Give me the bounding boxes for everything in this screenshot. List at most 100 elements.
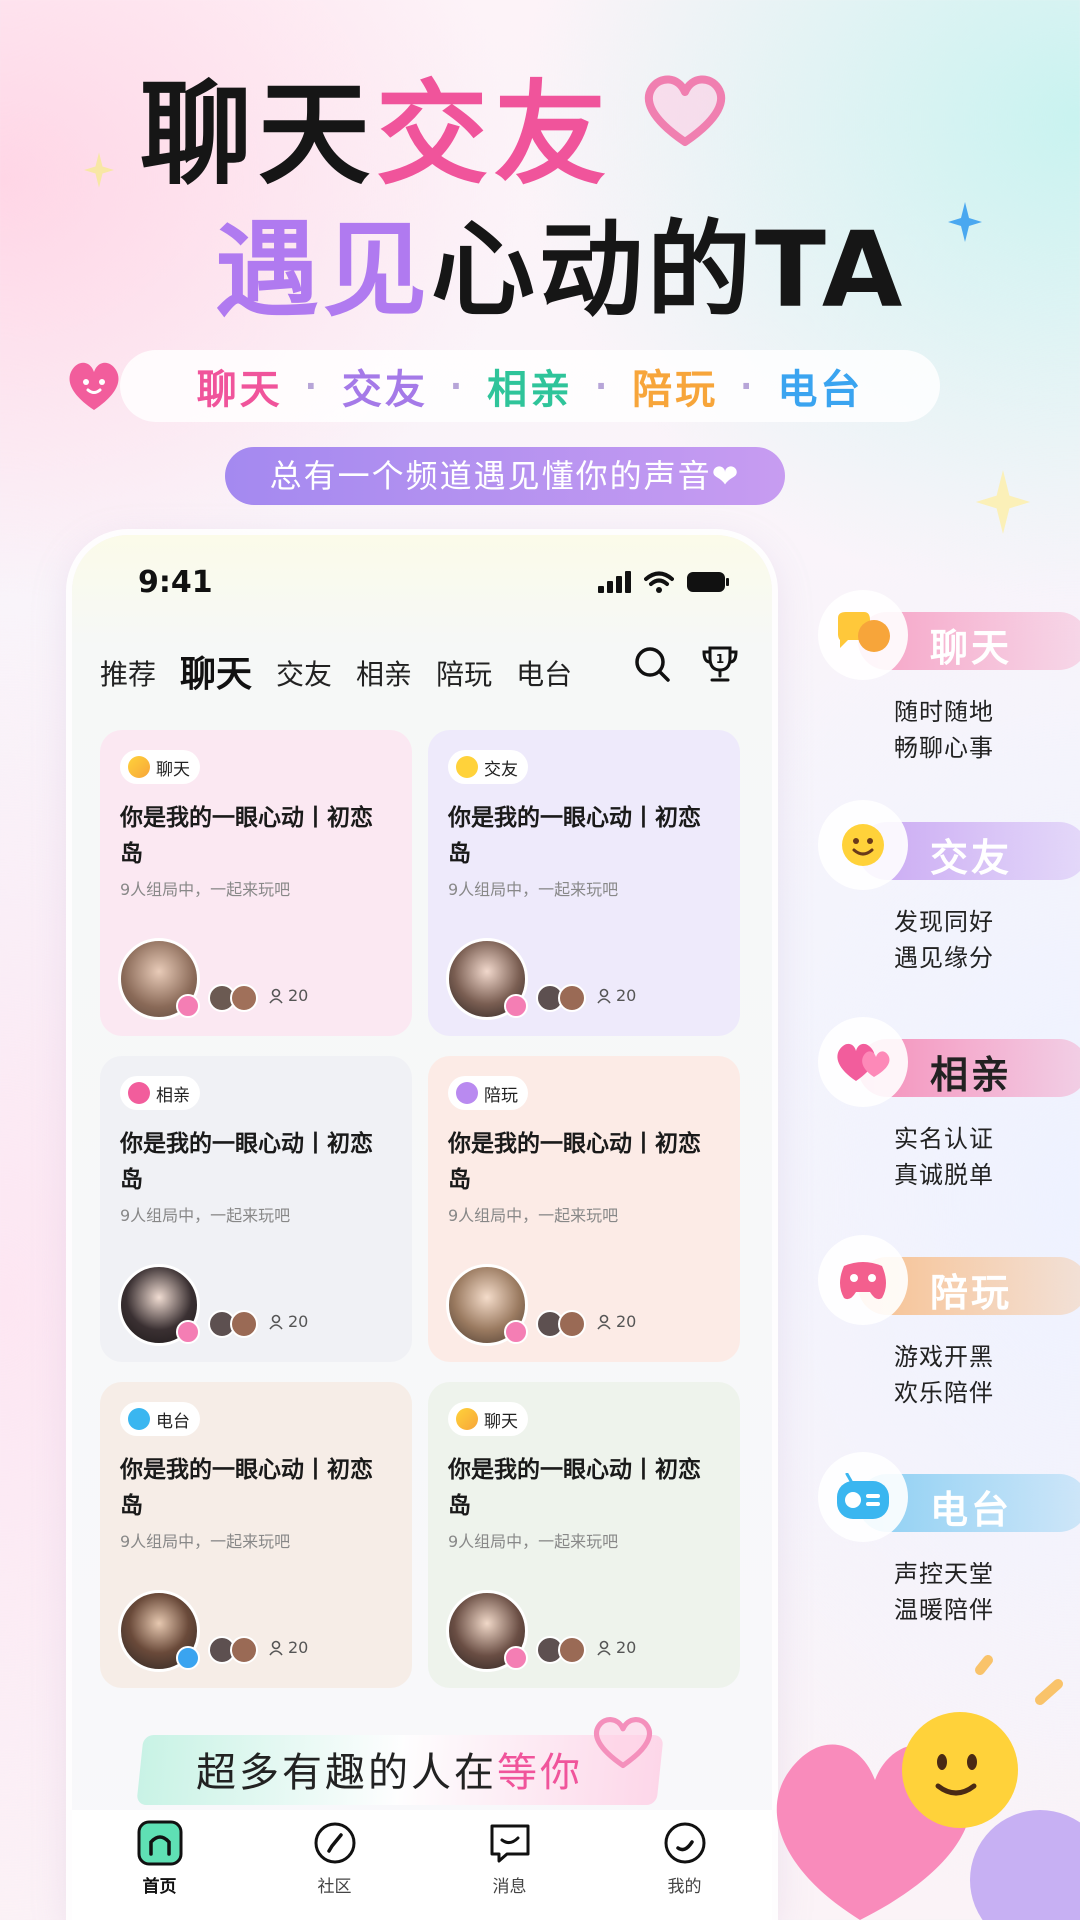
feature-title: 交友 <box>930 836 1013 880</box>
member-count-value: 20 <box>616 986 637 1005</box>
room-tag: 聊天 <box>448 1402 528 1436</box>
category-friends: 交友 <box>341 367 428 413</box>
feature-desc-line: 游戏开黑 <box>894 1343 994 1371</box>
category-separator: · <box>740 367 756 405</box>
room-tag-label: 聊天 <box>156 759 190 780</box>
room-tag: 交友 <box>448 750 528 784</box>
room-tag-label: 交友 <box>484 759 518 780</box>
avatar <box>558 1310 586 1338</box>
tagline-pill: 总有一个频道遇见懂你的声音❤ <box>225 447 785 505</box>
room-subtitle: 9人组局中，一起来玩吧 <box>448 880 619 899</box>
member-count-value: 20 <box>288 1312 309 1331</box>
tab-gaming[interactable]: 陪玩 <box>436 650 492 700</box>
female-badge-icon <box>176 994 200 1018</box>
person-icon <box>597 988 611 1004</box>
feature-desc-line: 实名认证 <box>894 1125 994 1153</box>
member-count-value: 20 <box>288 986 309 1005</box>
search-icon[interactable] <box>632 644 672 684</box>
heart-outline-icon <box>644 75 726 146</box>
feature-header: 相亲 <box>818 1017 1080 1107</box>
nav-messages[interactable]: 消息 <box>450 1820 570 1920</box>
feature-gaming[interactable]: 陪玩 游戏开黑 欢乐陪伴 <box>818 1235 1080 1445</box>
hero-word-meet: 遇见 <box>215 209 432 331</box>
member-count-value: 20 <box>616 1312 637 1331</box>
profile-icon <box>664 1822 705 1864</box>
room-title: 你是我的一眼心动丨初恋岛 <box>448 805 701 867</box>
feature-chat[interactable]: 聊天 随时随地 畅聊心事 <box>818 590 1080 800</box>
nav-community[interactable]: 社区 <box>275 1820 395 1920</box>
promo-banner-text-dark: 超多有趣的人在 <box>196 1750 497 1796</box>
member-count: 20 <box>596 1312 636 1331</box>
promo-banner-text: 超多有趣的人在等你 <box>196 1740 583 1798</box>
message-icon <box>490 1824 529 1863</box>
room-tag: 陪玩 <box>448 1076 528 1110</box>
room-tag-label: 电台 <box>156 1411 190 1432</box>
member-avatars <box>208 1310 258 1338</box>
hero-word-chat: 聊天 <box>140 70 376 200</box>
feature-friends[interactable]: 交友 发现同好 遇见缘分 <box>818 800 1080 1010</box>
tab-radio[interactable]: 电台 <box>516 650 572 700</box>
female-badge-icon <box>504 994 528 1018</box>
feature-title: 陪玩 <box>930 1271 1013 1315</box>
sparkle-icon <box>84 152 114 188</box>
room-card[interactable]: 相亲 你是我的一眼心动丨初恋岛 9人组局中，一起来玩吧 20 <box>100 1056 412 1362</box>
tab-friends[interactable]: 交友 <box>276 650 332 700</box>
phone-mockup: 9:41 推荐 聊天 交友 相亲 陪玩 电台 1 聊天 你是我的一眼心动丨初恋岛… <box>72 535 772 1920</box>
sparkle-icon <box>948 202 982 242</box>
member-avatars <box>208 1636 258 1664</box>
nav-label: 首页 <box>142 1877 177 1897</box>
tab-recommend[interactable]: 推荐 <box>100 650 156 700</box>
status-time: 9:41 <box>138 565 213 600</box>
room-card[interactable]: 聊天 你是我的一眼心动丨初恋岛 9人组局中，一起来玩吧 20 <box>100 730 412 1036</box>
status-icons <box>598 571 730 593</box>
nav-home[interactable]: 首页 <box>100 1820 220 1920</box>
room-subtitle: 9人组局中，一起来玩吧 <box>120 1532 291 1551</box>
tab-dating[interactable]: 相亲 <box>356 650 412 700</box>
nav-label: 社区 <box>317 1877 352 1897</box>
room-footer: 20 <box>446 938 726 1022</box>
feature-description: 声控天堂 温暖陪伴 <box>894 1556 994 1628</box>
room-card[interactable]: 聊天 你是我的一眼心动丨初恋岛 9人组局中，一起来玩吧 20 <box>428 1382 740 1688</box>
room-tag: 电台 <box>120 1402 200 1436</box>
chat-bubbles-icon <box>818 590 908 680</box>
room-tag-label: 聊天 <box>484 1411 518 1432</box>
room-footer: 20 <box>118 1590 398 1674</box>
room-card[interactable]: 陪玩 你是我的一眼心动丨初恋岛 9人组局中，一起来玩吧 20 <box>428 1056 740 1362</box>
nav-label: 我的 <box>667 1877 702 1897</box>
avatar <box>558 1636 586 1664</box>
hearts-icon <box>818 1017 908 1107</box>
room-card[interactable]: 交友 你是我的一眼心动丨初恋岛 9人组局中，一起来玩吧 20 <box>428 730 740 1036</box>
room-title: 你是我的一眼心动丨初恋岛 <box>120 805 373 867</box>
nav-profile[interactable]: 我的 <box>625 1820 745 1920</box>
room-title: 你是我的一眼心动丨初恋岛 <box>120 1457 373 1519</box>
feature-dating[interactable]: 相亲 实名认证 真诚脱单 <box>818 1017 1080 1227</box>
member-avatars <box>536 1636 586 1664</box>
feature-radio[interactable]: 电台 声控天堂 温暖陪伴 <box>818 1452 1080 1662</box>
room-tag: 聊天 <box>120 750 200 784</box>
member-count-value: 20 <box>616 1638 637 1657</box>
radio-icon <box>818 1452 908 1542</box>
category-gaming: 陪玩 <box>632 367 719 413</box>
hero-word-friends: 交友 <box>376 70 612 200</box>
room-title: 你是我的一眼心动丨初恋岛 <box>120 1131 373 1193</box>
room-title: 你是我的一眼心动丨初恋岛 <box>448 1131 701 1193</box>
channel-tabs: 推荐 聊天 交友 相亲 陪玩 电台 1 <box>100 640 750 700</box>
female-badge-icon <box>504 1646 528 1670</box>
category-separator: · <box>304 367 320 405</box>
room-card[interactable]: 电台 你是我的一眼心动丨初恋岛 9人组局中，一起来玩吧 20 <box>100 1382 412 1688</box>
wifi-icon <box>644 571 674 593</box>
member-avatars <box>208 984 258 1012</box>
smiley-icon <box>456 756 478 778</box>
trophy-icon[interactable]: 1 <box>700 644 740 684</box>
category-strip: 聊天 · 交友 · 相亲 · 陪玩 · 电台 <box>120 350 940 422</box>
radio-icon <box>128 1408 150 1430</box>
compass-icon <box>314 1822 355 1864</box>
member-avatars <box>536 1310 586 1338</box>
tab-chat[interactable]: 聊天 <box>180 650 252 700</box>
avatar <box>558 984 586 1012</box>
feature-header: 交友 <box>818 800 1080 890</box>
feature-desc-line: 发现同好 <box>894 908 994 936</box>
room-card-grid: 聊天 你是我的一眼心动丨初恋岛 9人组局中，一起来玩吧 20 交友 你是我的一眼… <box>100 730 740 1688</box>
room-subtitle: 9人组局中，一起来玩吧 <box>120 1206 291 1225</box>
smiley-icon <box>818 800 908 890</box>
